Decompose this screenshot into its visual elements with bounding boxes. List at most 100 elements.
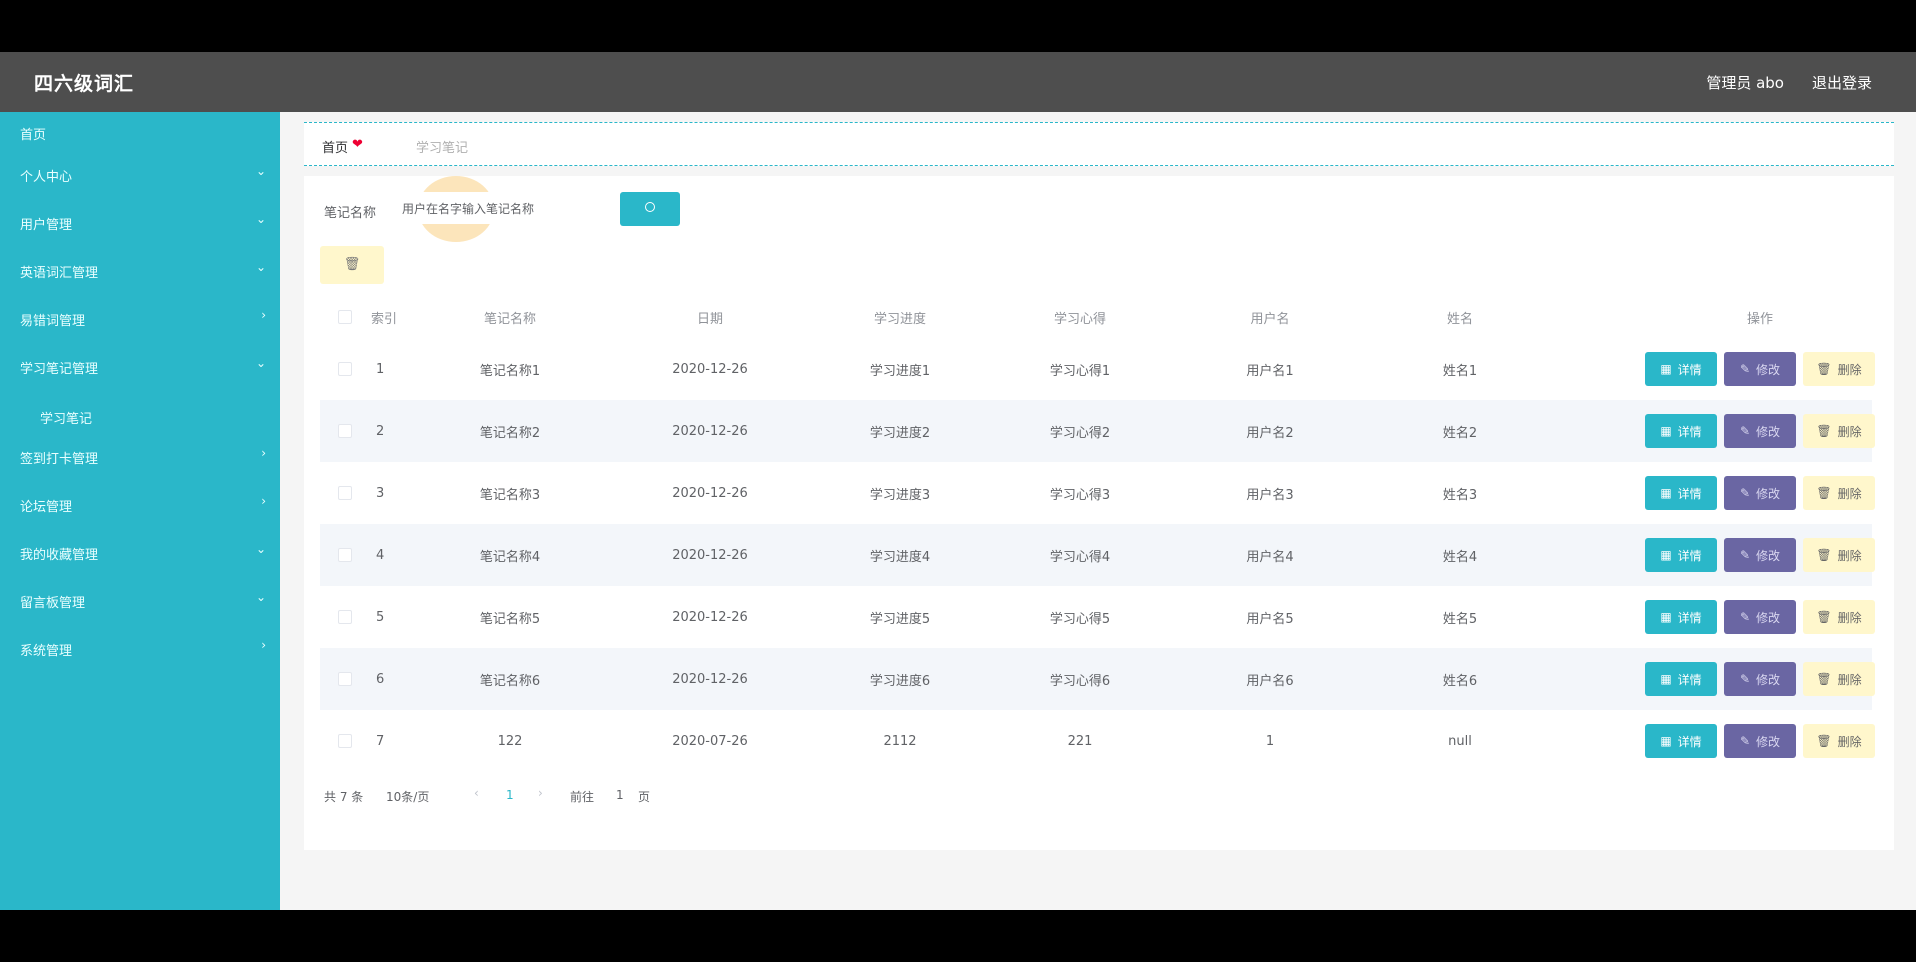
edit-button[interactable]: ✎ 修改 <box>1724 600 1796 634</box>
row-checkbox[interactable] <box>320 338 370 400</box>
row-checkbox[interactable] <box>320 710 370 772</box>
logout-link[interactable]: 退出登录 <box>1812 72 1872 93</box>
page-number-current[interactable]: 1 <box>506 788 514 802</box>
sidebar-item-0[interactable]: 首页 <box>0 112 280 152</box>
detail-button[interactable]: ▦ 详情 <box>1645 414 1717 448</box>
detail-button[interactable]: ▦ 详情 <box>1645 352 1717 386</box>
sidebar-item-label: 学习笔记 <box>40 412 93 427</box>
trash-icon: 🗑 <box>1816 672 1832 686</box>
delete-button[interactable]: 🗑 删除 <box>1803 600 1875 634</box>
cell-name: 笔记名称4 <box>479 549 541 565</box>
sidebar-item-9[interactable]: 我的收藏管理 ⌄ <box>0 532 280 572</box>
delete-button[interactable]: 🗑 删除 <box>1803 538 1875 572</box>
delete-button[interactable]: 🗑 删除 <box>1803 724 1875 758</box>
breadcrumb-home[interactable]: 首页 <box>322 137 348 156</box>
edit-button-label: 修改 <box>1756 610 1781 625</box>
cell-insight: 学习心得4 <box>1049 549 1111 565</box>
cell-username: 1 <box>1265 733 1275 749</box>
edit-button[interactable]: ✎ 修改 <box>1724 662 1796 696</box>
sidebar-item-4[interactable]: 易错词管理 › <box>0 298 280 338</box>
delete-button-label: 删除 <box>1837 610 1862 625</box>
page-size-select[interactable]: 10条/页 <box>386 788 429 805</box>
delete-button[interactable]: 🗑 删除 <box>1803 662 1875 696</box>
trash-icon: 🗑 <box>1816 548 1832 562</box>
column-header: 姓名 <box>1446 311 1473 327</box>
sidebar-item-10[interactable]: 留言板管理 ⌄ <box>0 580 280 620</box>
checkbox-box <box>338 672 352 686</box>
search-input[interactable] <box>392 192 572 224</box>
current-user-label: 管理员 abo <box>1706 74 1784 92</box>
cell-insight: 学习心得5 <box>1049 611 1111 627</box>
breadcrumb-current: 学习笔记 <box>416 141 469 156</box>
sidebar-item-2[interactable]: 用户管理 ⌄ <box>0 202 280 242</box>
delete-button-label: 删除 <box>1837 362 1862 377</box>
cell-username: 用户名5 <box>1246 611 1294 627</box>
cell-date: 2020-12-26 <box>672 485 748 501</box>
delete-button[interactable]: 🗑 删除 <box>1803 352 1875 386</box>
sidebar-item-6[interactable]: 学习笔记 <box>0 396 280 436</box>
cell-index: 4 <box>376 547 385 563</box>
delete-button[interactable]: 🗑 删除 <box>1803 414 1875 448</box>
trash-icon: 🗑 <box>1816 610 1832 624</box>
delete-button-label: 删除 <box>1837 486 1862 501</box>
row-checkbox[interactable] <box>320 400 370 462</box>
sidebar-item-8[interactable]: 论坛管理 › <box>0 484 280 524</box>
breadcrumb-separator-icon: ❤ <box>352 137 363 152</box>
table-row: 3 笔记名称3 2020-12-26 学习进度3 学习心得3 用户名3 姓名3 ▦ 详情 ✎ 修改 🗑… <box>320 462 1875 524</box>
detail-button[interactable]: ▦ 详情 <box>1645 662 1717 696</box>
edit-button[interactable]: ✎ 修改 <box>1724 724 1796 758</box>
goto-page-input[interactable]: 1 <box>616 788 624 802</box>
next-page-button[interactable]: › <box>538 786 543 800</box>
cell-username: 用户名1 <box>1246 363 1294 379</box>
detail-button[interactable]: ▦ 详情 <box>1645 600 1717 634</box>
trash-icon: 🗑 <box>1816 362 1832 376</box>
edit-button[interactable]: ✎ 修改 <box>1724 414 1796 448</box>
sidebar-item-label: 我的收藏管理 <box>20 548 99 563</box>
delete-button-label: 删除 <box>1837 734 1862 749</box>
detail-button[interactable]: ▦ 详情 <box>1645 476 1717 510</box>
sidebar-item-1[interactable]: 个人中心 ⌄ <box>0 154 280 194</box>
row-checkbox[interactable] <box>320 586 370 648</box>
sidebar-item-7[interactable]: 签到打卡管理 › <box>0 436 280 476</box>
column-header: 笔记名称 <box>483 311 536 327</box>
delete-button[interactable]: 🗑 删除 <box>1803 476 1875 510</box>
detail-icon: ▦ <box>1660 610 1672 624</box>
chevron-icon: ⌄ <box>255 356 266 370</box>
sidebar-item-5[interactable]: 学习笔记管理 ⌄ <box>0 346 280 386</box>
chevron-icon: › <box>261 494 266 508</box>
batch-delete-button[interactable]: 🗑 <box>320 246 384 284</box>
search-button[interactable] <box>620 192 680 226</box>
sidebar: 首页 个人中心 ⌄ 用户管理 ⌄ 英语词汇管理 ⌄ 易错词管理 › 学习笔记管理 ⌄ 学习笔记 签到打卡… <box>0 112 280 910</box>
cell-name: 笔记名称2 <box>479 425 541 441</box>
edit-icon: ✎ <box>1739 734 1751 748</box>
checkbox-box <box>338 424 352 438</box>
row-checkbox[interactable] <box>320 462 370 524</box>
chevron-icon: › <box>261 308 266 322</box>
checkbox-box <box>338 610 352 624</box>
chevron-icon: ⌄ <box>255 260 266 274</box>
detail-button[interactable]: ▦ 详情 <box>1645 724 1717 758</box>
checkbox-box <box>338 734 352 748</box>
row-checkbox[interactable] <box>320 648 370 710</box>
edit-button[interactable]: ✎ 修改 <box>1724 352 1796 386</box>
detail-icon: ▦ <box>1660 486 1672 500</box>
row-checkbox[interactable] <box>320 524 370 586</box>
cell-realname: 姓名6 <box>1442 673 1478 689</box>
delete-button-label: 删除 <box>1837 672 1862 687</box>
cell-insight: 学习心得2 <box>1049 425 1111 441</box>
sidebar-item-11[interactable]: 系统管理 › <box>0 628 280 668</box>
edit-button-label: 修改 <box>1756 424 1781 439</box>
edit-button[interactable]: ✎ 修改 <box>1724 538 1796 572</box>
prev-page-button[interactable]: ‹ <box>474 786 479 800</box>
edit-button[interactable]: ✎ 修改 <box>1724 476 1796 510</box>
cell-date: 2020-07-26 <box>672 733 748 749</box>
sidebar-item-3[interactable]: 英语词汇管理 ⌄ <box>0 250 280 290</box>
sidebar-item-label: 用户管理 <box>20 218 73 233</box>
cell-index: 1 <box>376 361 385 377</box>
detail-button[interactable]: ▦ 详情 <box>1645 538 1717 572</box>
edit-icon: ✎ <box>1739 610 1751 624</box>
cell-username: 用户名2 <box>1246 425 1294 441</box>
detail-button-label: 详情 <box>1677 734 1702 749</box>
detail-button-label: 详情 <box>1677 548 1702 563</box>
select-all-checkbox[interactable] <box>320 296 370 338</box>
